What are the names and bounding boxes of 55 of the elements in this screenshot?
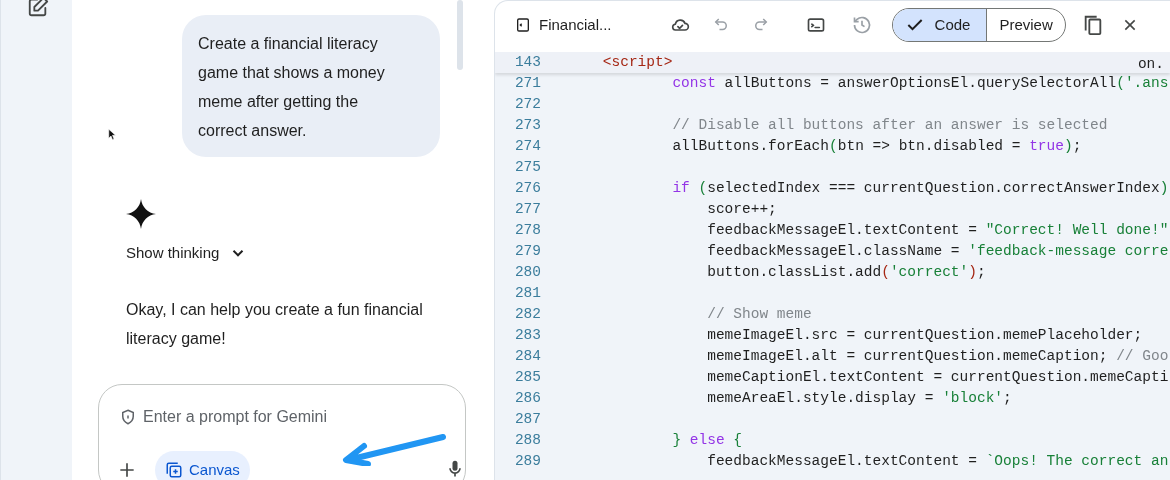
code-fragment: on. — [1137, 55, 1164, 74]
code-line: // Show meme — [706, 304, 812, 324]
user-message: Create a financial literacy game that shows a money meme after getting the correct answer. — [182, 15, 440, 157]
code-line: feedbackMessageEl.className = 'feedback-message corre — [706, 241, 1169, 261]
line-number: 276 — [513, 178, 541, 198]
code-line: feedbackMessageEl.textContent = "Correct! Well done!" — [706, 220, 1169, 240]
view-tab[interactable]: Preview — [986, 9, 1065, 41]
line-number: 279 — [513, 241, 541, 261]
line-number: 274 — [513, 136, 541, 156]
line-number: 288 — [513, 430, 541, 450]
line-number: 285 — [513, 367, 541, 387]
line-number: 283 — [513, 325, 541, 345]
canvas-chip[interactable]: Canvas — [155, 451, 250, 480]
terminal-icon — [805, 15, 826, 35]
code-line: memeAreaEl.style.display = 'block'; — [706, 388, 1012, 408]
file-title: Financial... — [515, 13, 612, 37]
line-number: 271 — [513, 73, 541, 93]
code-line: score++; — [706, 199, 777, 219]
code-line: button.classList.add('correct'); — [706, 262, 986, 282]
code-line: // Disable all buttons after an answer is selected — [671, 115, 1108, 135]
line-number: 284 — [513, 346, 541, 366]
line-number: 281 — [513, 283, 541, 303]
code-line: const allButtons = answerOptionsEl.querySelectorAll('.ans — [671, 73, 1169, 93]
scrollbar-thumb[interactable] — [457, 0, 463, 70]
code-line: if (selectedIndex === currentQuestion.correctAnswerIndex) — [671, 178, 1169, 198]
code-file-icon — [515, 17, 531, 33]
line-number: 287 — [513, 409, 541, 429]
show-thinking-toggle[interactable]: Show thinking — [126, 242, 248, 265]
line-number: 277 — [513, 199, 541, 219]
code-line: allButtons.forEach(btn => btn.disabled = true); — [671, 136, 1082, 156]
line-number: 272 — [513, 94, 541, 114]
view-tab[interactable]: Code — [892, 9, 987, 41]
line-number: 289 — [513, 451, 541, 471]
code-line: memeCaptionEl.textContent = currentQuestion.memeCapti — [706, 367, 1169, 387]
line-number: 143 — [513, 52, 541, 72]
sparkle-icon — [126, 199, 156, 229]
code-line: <script> — [601, 52, 673, 72]
code-line: memeImageEl.src = currentQuestion.memePlaceholder; — [706, 325, 1143, 345]
code-line: } else { — [671, 430, 742, 450]
history-icon[interactable] — [851, 15, 872, 35]
cursor-icon — [108, 128, 117, 141]
reply-text: Okay, I can help you create a fun financial literacy game! — [126, 299, 424, 349]
add-icon[interactable] — [117, 460, 137, 480]
line-number: 273 — [513, 115, 541, 135]
canvas-icon — [165, 461, 183, 479]
shield-icon — [119, 408, 137, 426]
line-number: 280 — [513, 262, 541, 282]
prompt-field[interactable]: Enter a prompt for Gemini — [119, 405, 465, 429]
line-number: 282 — [513, 304, 541, 324]
line-number: 275 — [513, 157, 541, 177]
code-line: memeImageEl.alt = currentQuestion.memeCaption; // Goo — [706, 346, 1169, 366]
line-number: 286 — [513, 388, 541, 408]
new-chat-icon[interactable] — [27, 0, 49, 18]
line-number: 278 — [513, 220, 541, 240]
code-line: feedbackMessageEl.textContent = `Oops! The correct an — [706, 451, 1169, 471]
